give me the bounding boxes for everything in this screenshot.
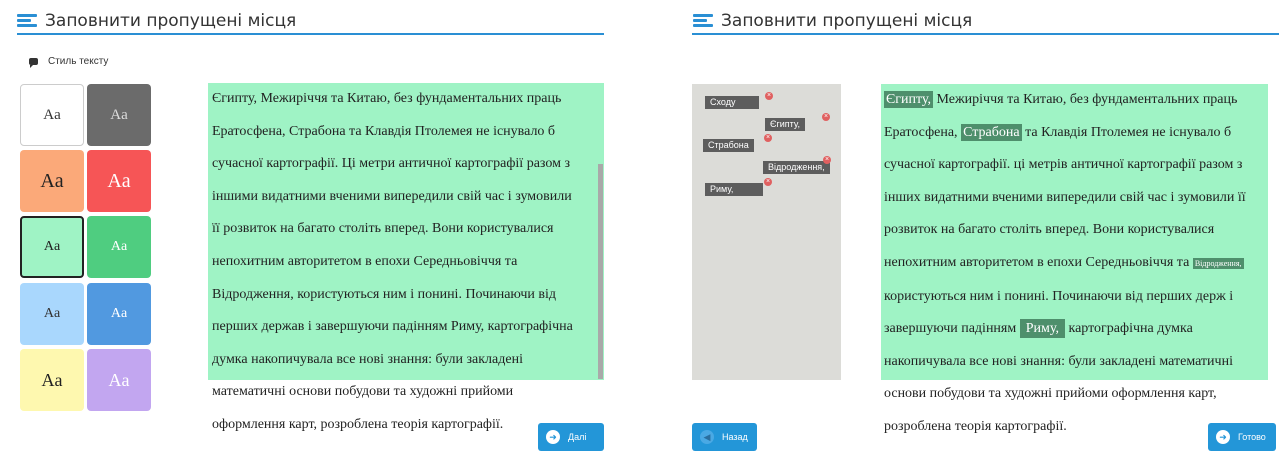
passage-text: Єгипту, Межиріччя та Китаю, без фундамен… [208,83,604,432]
text-style-swatch[interactable]: Aa [20,349,84,411]
text-line: користуються ним і понині. Починаючи від… [884,288,1234,304]
word-chip[interactable]: Риму, [705,183,763,196]
fill-blanks-panel: Заповнити пропущені місця Сходу × Єгипту… [640,0,1279,455]
next-button[interactable]: ➜ Далі [538,423,604,451]
next-button-label: Далі [568,432,587,442]
panel-header: Заповнити пропущені місця [693,11,972,31]
header-divider [17,33,604,35]
remove-icon[interactable]: × [764,178,772,186]
word-chip[interactable]: Сходу [705,96,759,109]
text-line: думка накопичувала все нові знання: були… [212,351,523,367]
filled-blank[interactable]: Страбона [961,123,1022,141]
filled-blank[interactable]: Відродження, [1192,257,1244,269]
word-chip[interactable]: Страбона [703,139,754,152]
remove-icon[interactable]: × [822,113,830,121]
text-line: перших держав і завершуючи падінням Риму… [212,319,573,335]
page-title: Заповнити пропущені місця [45,11,297,31]
text-line: основи побудови та художні прийоми оформ… [884,386,1217,402]
remove-icon[interactable]: × [764,134,772,142]
text-line: інших видатними вченими випередили свій … [884,189,1246,205]
text-line: Відродження, користуються ним і понині. … [212,286,557,302]
word-chip[interactable]: Відродження, [763,161,830,174]
text-style-label: Стиль тексту [29,56,109,68]
arrow-right-icon: ➜ [1216,430,1230,444]
text-line: непохитним авторитетом в епохи Середньов… [884,254,1244,270]
word-chip[interactable]: Єгипту, [765,118,805,131]
text-line: непохитним авторитетом в епохи Середньов… [212,253,518,269]
text-style-label-text: Стиль тексту [48,56,109,67]
word-bank: Сходу × Єгипту, × Страбона × Відродження… [692,84,841,380]
filled-blank[interactable]: Риму, [1019,319,1065,339]
back-button-label: Назад [722,432,748,442]
passage-text: Єгипту, Межиріччя та Китаю, без фундамен… [881,84,1268,434]
text-line: іншими видатними вченими випередили свій… [212,188,572,204]
text-line: накопичувала все нові знання: були закла… [884,353,1233,369]
chat-icon [29,58,38,68]
filled-blank[interactable]: Єгипту, [884,91,934,108]
text-style-swatch[interactable]: Aa [87,283,151,345]
text-style-swatch[interactable]: Aa [20,150,84,212]
back-button[interactable]: ◀ Назад [692,423,757,451]
text-style-swatch[interactable]: Aa [87,216,151,278]
text-line: математичні основи побудови та художні п… [212,384,514,400]
text-line: сучасної картографії. Ці метри античної … [212,156,570,172]
text-style-swatch[interactable]: Aa [20,84,84,146]
scrollbar[interactable] [598,164,603,379]
text-style-swatch[interactable]: Aa [20,283,84,345]
text-style-swatch[interactable]: Aa [20,216,84,278]
text-line: розвиток на багато століть вперед. Вони … [884,222,1215,238]
remove-icon[interactable]: × [823,156,831,164]
text-style-swatch[interactable]: Aa [87,150,151,212]
fill-blanks-icon [693,14,713,28]
done-button-label: Готово [1238,432,1266,442]
remove-icon[interactable]: × [765,92,773,100]
style-panel: Заповнити пропущені місця Стиль тексту A… [0,0,640,455]
arrow-right-icon: ➜ [546,430,560,444]
text-line: Ератосфена, Страбона та Клавдія Птолемея… [884,123,1232,141]
text-style-swatch[interactable]: Aa [87,349,151,411]
text-line: Єгипту, Межиріччя та Китаю, без фундамен… [212,91,562,106]
done-button[interactable]: ➜ Готово [1208,423,1276,451]
text-line: завершуючи падінням Риму, картографічна … [884,319,1193,339]
header-divider [692,33,1279,35]
text-line: Ератосфена, Страбона та Клавдія Птолемея… [212,123,556,139]
text-line: її розвиток на багато століть вперед. Во… [212,221,554,237]
text-style-swatch[interactable]: Aa [87,84,151,146]
arrow-left-icon: ◀ [700,430,714,444]
panel-header: Заповнити пропущені місця [17,11,296,31]
page-title: Заповнити пропущені місця [721,11,973,31]
text-line: сучасної картографії. ці метрів античної… [884,157,1243,173]
text-line: Єгипту, Межиріччя та Китаю, без фундамен… [884,91,1238,108]
fill-blanks-icon [17,14,37,28]
